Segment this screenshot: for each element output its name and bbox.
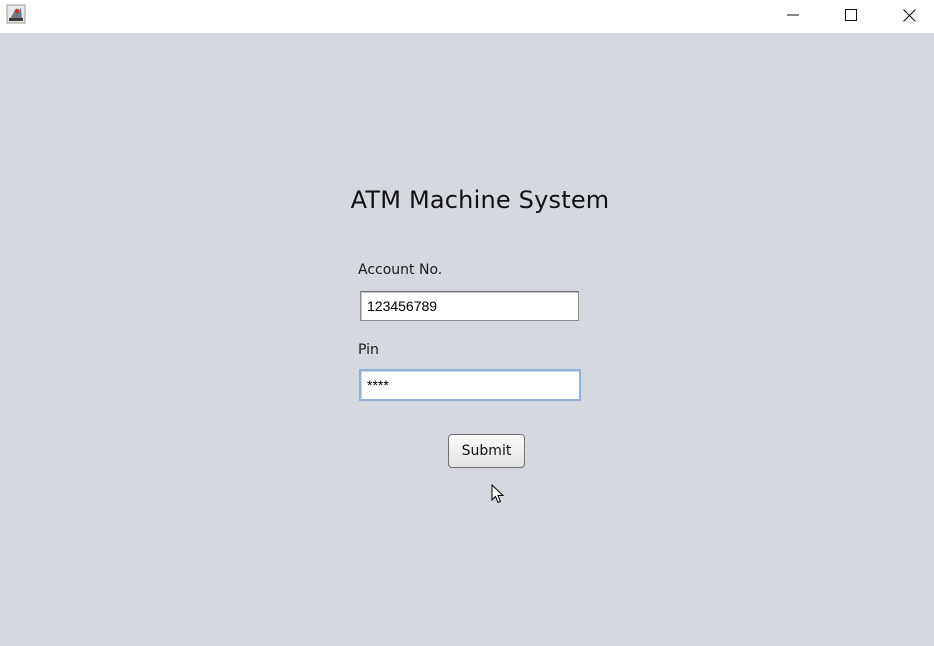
submit-button[interactable]: Submit xyxy=(448,434,525,468)
title-bar xyxy=(0,0,934,32)
mouse-cursor-icon xyxy=(491,483,505,504)
maximize-button[interactable] xyxy=(822,0,880,30)
minimize-button[interactable] xyxy=(764,0,822,30)
login-panel: ATM Machine System Account No. Pin Submi… xyxy=(0,33,934,646)
account-number-label: Account No. xyxy=(358,262,443,278)
minimize-icon xyxy=(787,9,799,21)
close-button[interactable] xyxy=(880,0,934,30)
account-number-input[interactable] xyxy=(360,291,579,321)
java-app-icon[interactable] xyxy=(6,4,26,24)
app-window: ATM Machine System Account No. Pin Submi… xyxy=(0,0,934,646)
maximize-icon xyxy=(845,9,857,21)
pin-input[interactable] xyxy=(359,369,581,401)
pin-label: Pin xyxy=(358,342,379,358)
page-title: ATM Machine System xyxy=(350,186,610,214)
close-icon xyxy=(902,8,916,22)
